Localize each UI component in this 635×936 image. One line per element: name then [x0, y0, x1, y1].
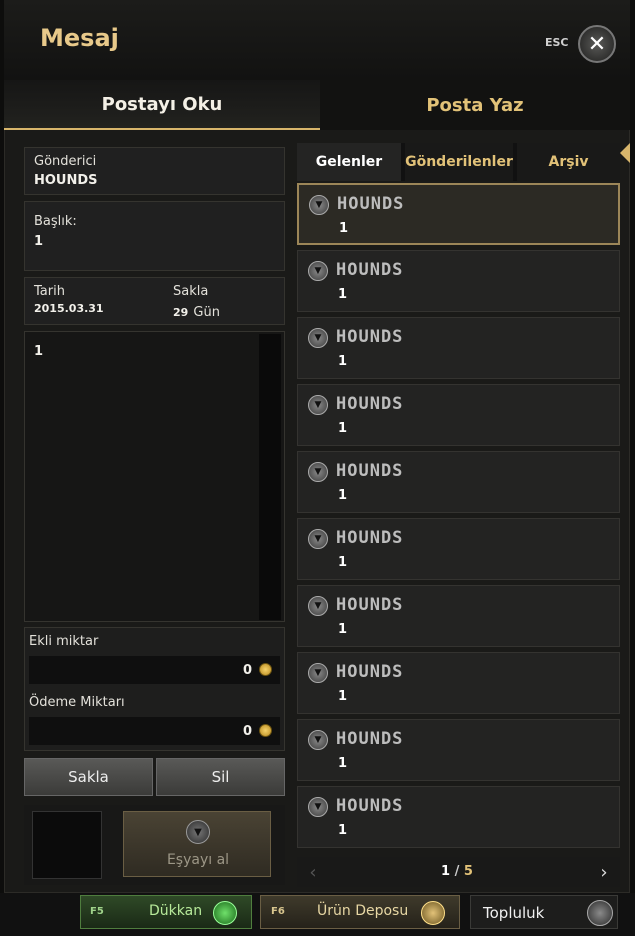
keep-days-unit: Gün — [193, 305, 220, 320]
save-button[interactable]: Sakla — [24, 758, 153, 796]
mail-icon: ▼ — [308, 328, 328, 348]
mail-list-item[interactable]: ▼ HOUNDS 1 — [297, 585, 620, 647]
mail-icon: ▼ — [308, 797, 328, 817]
mail-list-item[interactable]: ▼ HOUNDS 1 — [297, 786, 620, 848]
tab-write-mail[interactable]: Posta Yaz — [320, 80, 630, 130]
mail-list-item[interactable]: ▼ HOUNDS 1 — [297, 451, 620, 513]
mail-subject: 1 — [338, 354, 348, 369]
mail-subject: 1 — [338, 823, 348, 838]
attached-amount-field: 0 — [29, 656, 280, 684]
keep-label: Sakla — [173, 284, 209, 299]
mail-list-item[interactable]: ▼ HOUNDS 1 — [297, 518, 620, 580]
delete-button[interactable]: Sil — [156, 758, 285, 796]
prev-page-icon[interactable]: ‹ — [297, 857, 329, 887]
mail-icon: ▼ — [308, 663, 328, 683]
date-box: Tarih 2015.03.31 Sakla 29 Gün — [24, 277, 285, 325]
coin-icon — [259, 724, 272, 737]
mail-subject: 1 — [338, 421, 348, 436]
message-body-text: 1 — [34, 344, 44, 359]
storage-key: F6 — [271, 906, 285, 917]
mail-subject: 1 — [338, 488, 348, 503]
mail-subject: 1 — [338, 555, 348, 570]
item-slot[interactable] — [32, 811, 102, 879]
amount-box: Ekli miktar 0 Ödeme Miktarı 0 — [24, 627, 285, 751]
mail-icon: ▼ — [308, 596, 328, 616]
body-scrollbar[interactable] — [259, 334, 281, 620]
mail-subject: 1 — [338, 689, 348, 704]
page-current: 1 — [441, 864, 451, 879]
page-indicator: 1 / 5 — [397, 864, 517, 879]
sender-box: Gönderici HOUNDS — [24, 147, 285, 195]
attached-amount-value: 0 — [242, 663, 252, 678]
storage-label: Ürün Deposu — [317, 903, 409, 919]
shop-button[interactable]: F5 Dükkan — [80, 895, 252, 929]
mail-list-item[interactable]: ▼ HOUNDS 1 — [297, 652, 620, 714]
mail-icon: ▼ — [308, 395, 328, 415]
sender-label: Gönderici — [34, 154, 97, 169]
download-icon: ▼ — [186, 820, 210, 844]
subject-box: Başlık: 1 — [24, 201, 285, 271]
mail-list-item[interactable]: ▼ HOUNDS 1 — [297, 384, 620, 446]
community-icon — [587, 900, 613, 926]
mail-subject: 1 — [338, 756, 348, 771]
mail-list-item[interactable]: ▼ HOUNDS 1 — [297, 250, 620, 312]
tab-read-mail[interactable]: Postayı Oku — [4, 80, 320, 130]
mail-subject: 1 — [338, 622, 348, 637]
community-button[interactable]: Topluluk — [470, 895, 618, 929]
close-icon: ✕ — [587, 31, 607, 57]
keep-days: 29 Gün — [173, 301, 220, 320]
shop-label: Dükkan — [149, 903, 203, 919]
date-value: 2015.03.31 — [34, 302, 104, 315]
subject-value: 1 — [34, 234, 44, 249]
mail-icon: ▼ — [308, 462, 328, 482]
subtab-sent[interactable]: Gönderilenler — [405, 143, 513, 181]
payment-amount-value: 0 — [242, 724, 252, 739]
page-separator: / — [454, 864, 460, 879]
storage-button[interactable]: F6 Ürün Deposu — [260, 895, 460, 929]
close-button[interactable]: ✕ — [578, 25, 616, 63]
page-total: 5 — [463, 864, 473, 879]
mail-sender: HOUNDS — [336, 528, 404, 548]
mail-sender: HOUNDS — [336, 327, 404, 347]
mail-sender: HOUNDS — [336, 662, 404, 682]
take-item-button[interactable]: ▼ Eşyayı al — [123, 811, 271, 877]
panel-pointer-icon — [620, 143, 630, 163]
subtab-archive[interactable]: Arşiv — [517, 143, 620, 181]
take-item-label: Eşyayı al — [166, 852, 230, 868]
sender-value: HOUNDS — [34, 173, 98, 188]
subject-label: Başlık: — [34, 214, 77, 229]
attached-label: Ekli miktar — [29, 634, 99, 649]
community-label: Topluluk — [483, 904, 545, 922]
mail-subject: 1 — [338, 287, 348, 302]
mail-list-item[interactable]: ▼ HOUNDS 1 — [297, 719, 620, 781]
pagination: ‹ 1 / 5 › — [297, 857, 620, 887]
mail-sender: HOUNDS — [336, 595, 404, 615]
cart-icon — [213, 901, 237, 925]
date-label: Tarih — [34, 284, 65, 299]
mail-list-item[interactable]: ▼ HOUNDS 1 — [297, 317, 620, 379]
shop-key: F5 — [90, 906, 104, 917]
mail-icon: ▼ — [308, 730, 328, 750]
mail-subject: 1 — [339, 221, 349, 236]
mail-sender: HOUNDS — [336, 796, 404, 816]
esc-label: ESC — [545, 36, 569, 49]
coin-icon — [259, 663, 272, 676]
mail-icon: ▼ — [309, 195, 329, 215]
payment-amount-field: 0 — [29, 717, 280, 745]
mail-sender: HOUNDS — [336, 729, 404, 749]
mail-sender: HOUNDS — [336, 260, 404, 280]
mail-icon: ▼ — [308, 261, 328, 281]
mail-sender: HOUNDS — [336, 461, 404, 481]
mail-list-item[interactable]: ▼ HOUNDS 1 — [297, 183, 620, 245]
storage-icon — [421, 901, 445, 925]
mail-sender: HOUNDS — [337, 194, 405, 214]
mail-icon: ▼ — [308, 529, 328, 549]
subtab-inbox[interactable]: Gelenler — [297, 143, 401, 181]
message-body: 1 — [24, 331, 285, 622]
mail-sender: HOUNDS — [336, 394, 404, 414]
keep-days-value: 29 — [173, 306, 189, 319]
payment-label: Ödeme Miktarı — [29, 695, 125, 710]
window-title: Mesaj — [40, 24, 119, 52]
next-page-icon[interactable]: › — [588, 857, 620, 887]
